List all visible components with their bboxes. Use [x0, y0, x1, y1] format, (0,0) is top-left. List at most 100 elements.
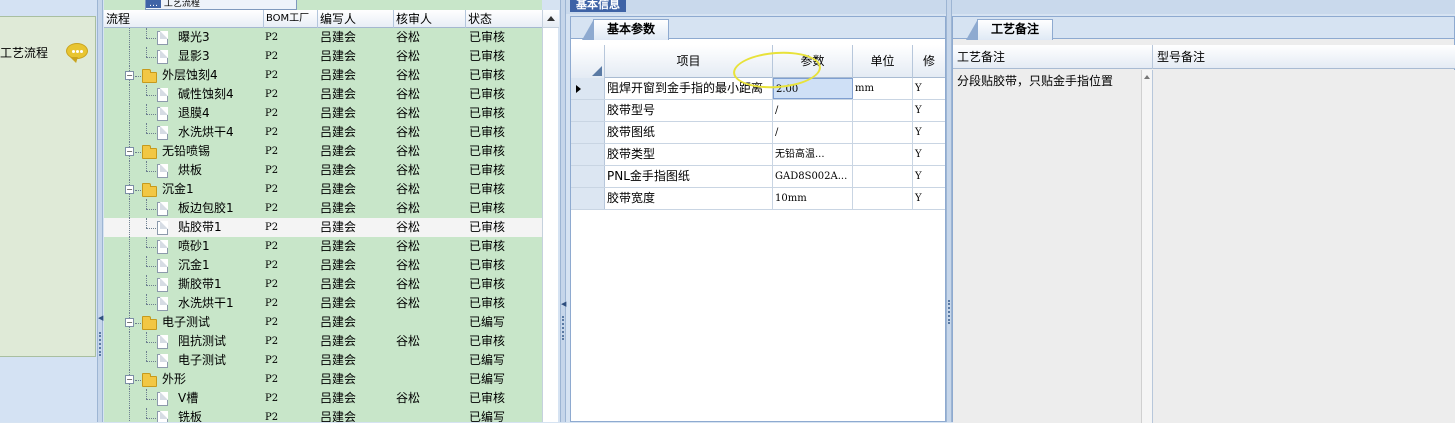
tree-row[interactable]: V槽 P2 吕建会 谷松 已审核: [104, 389, 542, 408]
nav-item-process-flow[interactable]: 工艺流程: [0, 41, 96, 63]
tree-connector: [135, 152, 141, 153]
tree-row[interactable]: 水洗烘干1 P2 吕建会 谷松 已审核: [104, 294, 542, 313]
current-row-indicator-icon[interactable]: [571, 78, 605, 99]
params-row[interactable]: 胶带类型 无铅高温... Y: [571, 144, 945, 166]
row-header[interactable]: [571, 188, 605, 209]
col-header-modify[interactable]: 修: [913, 45, 945, 78]
status-cell: 已审核: [469, 258, 506, 272]
tree-connector: [146, 294, 147, 304]
tree-connector: [146, 28, 147, 38]
tree-row[interactable]: 烘板 P2 吕建会 谷松 已审核: [104, 161, 542, 180]
tree-row[interactable]: 退膜4 P2 吕建会 谷松 已审核: [104, 104, 542, 123]
tree-row[interactable]: 铣板 P2 吕建会 已编写: [104, 408, 542, 422]
params-row[interactable]: 胶带型号 / Y: [571, 100, 945, 122]
tree-connector: [146, 418, 156, 419]
tab-basic-info[interactable]: 基本信息: [570, 0, 626, 12]
collapse-arrow-icon[interactable]: ◀: [561, 300, 566, 308]
note-scrollbar[interactable]: [1141, 70, 1153, 423]
tree-row[interactable]: 贴胶带1 P2 吕建会 谷松 已审核: [104, 218, 542, 237]
param-item-cell[interactable]: 胶带型号: [605, 100, 773, 121]
tree-row[interactable]: 阻抗测试 P2 吕建会 谷松 已审核: [104, 332, 542, 351]
process-note-field[interactable]: 分段贴胶带，只贴金手指位置: [953, 70, 1141, 423]
param-unit-cell[interactable]: [853, 122, 913, 143]
tree-row[interactable]: − 外形 P2 吕建会 已编写: [104, 370, 542, 389]
tab-process-notes[interactable]: 工艺备注: [966, 19, 1053, 40]
middle-splitter[interactable]: ◀: [560, 0, 566, 422]
tree-row[interactable]: 沉金1 P2 吕建会 谷松 已审核: [104, 256, 542, 275]
row-header[interactable]: [571, 144, 605, 165]
top-tab-header[interactable]: … 工艺流程: [145, 0, 297, 10]
tree-row[interactable]: 撕胶带1 P2 吕建会 谷松 已审核: [104, 275, 542, 294]
col-header-status[interactable]: 状态: [466, 10, 542, 28]
param-unit-cell[interactable]: [853, 188, 913, 209]
param-unit-cell[interactable]: [853, 144, 913, 165]
left-splitter[interactable]: ◀: [97, 0, 103, 422]
tree-connector: [146, 209, 156, 210]
col-header-flow[interactable]: 流程: [104, 10, 264, 28]
param-item-cell[interactable]: 胶带图纸: [605, 122, 773, 143]
document-icon: [157, 297, 168, 311]
writer-cell: 吕建会: [320, 296, 357, 310]
collapse-toggle-icon[interactable]: −: [125, 71, 134, 80]
param-value-cell[interactable]: /: [773, 122, 853, 143]
params-row[interactable]: 胶带图纸 / Y: [571, 122, 945, 144]
tree-row[interactable]: − 沉金1 P2 吕建会 谷松 已审核: [104, 180, 542, 199]
tab-basic-params[interactable]: 基本参数: [582, 19, 669, 40]
param-modify-cell[interactable]: Y: [913, 78, 945, 99]
col-header-bom-factory[interactable]: BOM工厂: [264, 10, 318, 28]
scroll-up-arrow-icon[interactable]: [543, 10, 559, 28]
tree-row[interactable]: 电子测试 P2 吕建会 已编写: [104, 351, 542, 370]
collapse-arrow-icon[interactable]: ◀: [98, 314, 103, 322]
param-unit-cell[interactable]: mm: [853, 78, 913, 99]
param-unit-cell[interactable]: [853, 166, 913, 187]
param-modify-cell[interactable]: Y: [913, 122, 945, 143]
tree-connector: [146, 351, 147, 361]
writer-cell: 吕建会: [320, 182, 357, 196]
tree-connector: [135, 380, 141, 381]
col-header-model-note[interactable]: 型号备注: [1153, 45, 1455, 69]
param-value-cell[interactable]: /: [773, 100, 853, 121]
param-modify-cell[interactable]: Y: [913, 188, 945, 209]
document-icon: [157, 335, 168, 349]
param-modify-cell[interactable]: Y: [913, 166, 945, 187]
collapse-toggle-icon[interactable]: −: [125, 375, 134, 384]
tree-row[interactable]: − 外层蚀刻4 P2 吕建会 谷松 已审核: [104, 66, 542, 85]
status-cell: 已审核: [469, 239, 506, 253]
row-header[interactable]: [571, 166, 605, 187]
tree-row[interactable]: − 无铅喷锡 P2 吕建会 谷松 已审核: [104, 142, 542, 161]
col-header-writer[interactable]: 编写人: [318, 10, 394, 28]
param-item-cell[interactable]: 胶带宽度: [605, 188, 773, 209]
col-header-reviewer[interactable]: 核审人: [394, 10, 466, 28]
param-modify-cell[interactable]: Y: [913, 100, 945, 121]
params-row[interactable]: 胶带宽度 10mm Y: [571, 188, 945, 210]
param-value-cell[interactable]: 10mm: [773, 188, 853, 209]
tree-vertical-scrollbar[interactable]: [542, 10, 559, 422]
param-unit-cell[interactable]: [853, 100, 913, 121]
bom-factory-cell: P2: [265, 165, 279, 176]
tree-row[interactable]: 水洗烘干4 P2 吕建会 谷松 已审核: [104, 123, 542, 142]
col-header-process-note[interactable]: 工艺备注: [953, 45, 1153, 69]
collapse-toggle-icon[interactable]: −: [125, 318, 134, 327]
param-value-cell[interactable]: 无铅高温...: [773, 144, 853, 165]
tree-connector: [146, 237, 147, 247]
tree-row[interactable]: 碱性蚀刻4 P2 吕建会 谷松 已审核: [104, 85, 542, 104]
collapse-toggle-icon[interactable]: −: [125, 185, 134, 194]
param-item-cell[interactable]: PNL金手指图纸: [605, 166, 773, 187]
param-value-cell[interactable]: GAD8S002A...: [773, 166, 853, 187]
params-row[interactable]: PNL金手指图纸 GAD8S002A... Y: [571, 166, 945, 188]
tree-node-label: 曝光3: [178, 30, 210, 44]
row-header[interactable]: [571, 100, 605, 121]
top-tab-dark: …: [146, 0, 161, 9]
col-header-unit[interactable]: 单位: [853, 45, 913, 78]
row-header[interactable]: [571, 122, 605, 143]
top-tab-label: 工艺流程: [163, 0, 200, 9]
param-modify-cell[interactable]: Y: [913, 144, 945, 165]
tree-row[interactable]: 曝光3 P2 吕建会 谷松 已审核: [104, 28, 542, 47]
collapse-toggle-icon[interactable]: −: [125, 147, 134, 156]
param-item-cell[interactable]: 胶带类型: [605, 144, 773, 165]
tree-row[interactable]: 板边包胶1 P2 吕建会 谷松 已审核: [104, 199, 542, 218]
model-note-field[interactable]: [1153, 70, 1455, 423]
tree-row[interactable]: 显影3 P2 吕建会 谷松 已审核: [104, 47, 542, 66]
tree-row[interactable]: 喷砂1 P2 吕建会 谷松 已审核: [104, 237, 542, 256]
tree-row[interactable]: − 电子测试 P2 吕建会 已编写: [104, 313, 542, 332]
